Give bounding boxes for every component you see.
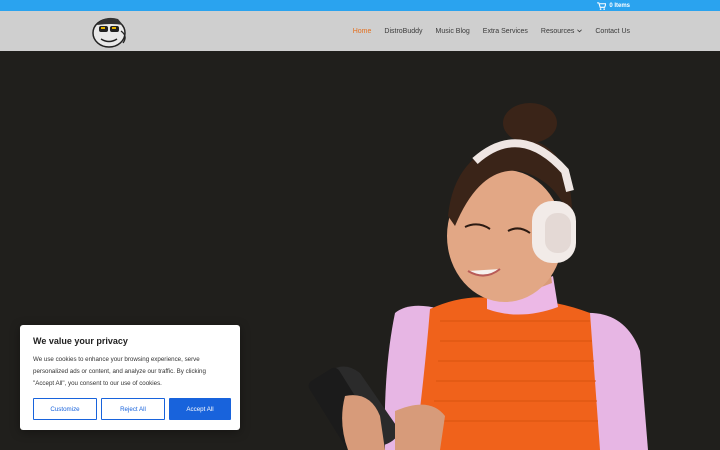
cart-count: 0 Items xyxy=(609,3,630,9)
nav-item-contact-us[interactable]: Contact Us xyxy=(595,28,630,35)
cookie-banner-title: We value your privacy xyxy=(33,336,128,346)
accept-all-button[interactable]: Accept All xyxy=(169,398,231,420)
site-logo[interactable] xyxy=(90,11,130,51)
chevron-down-icon xyxy=(577,29,583,33)
site-header: Home DistroBuddy Music Blog Extra Servic… xyxy=(0,11,720,51)
nav-item-home[interactable]: Home xyxy=(353,28,372,35)
cart-icon xyxy=(597,2,607,10)
nav-item-extra-services[interactable]: Extra Services xyxy=(483,28,528,35)
nav-item-resources[interactable]: Resources xyxy=(540,27,583,35)
top-bar: 0 Items xyxy=(0,0,720,11)
mascot-logo-icon xyxy=(92,17,126,48)
cookie-banner-actions: Customize Reject All Accept All xyxy=(33,398,231,420)
reject-all-button[interactable]: Reject All xyxy=(101,398,165,420)
customize-button[interactable]: Customize xyxy=(33,398,97,420)
main-nav: Home DistroBuddy Music Blog Extra Servic… xyxy=(353,11,630,51)
cart-link[interactable]: 0 Items xyxy=(597,1,630,11)
cookie-consent-banner: We value your privacy We use cookies to … xyxy=(20,325,240,430)
nav-item-distrobuddy[interactable]: DistroBuddy xyxy=(384,28,422,35)
nav-item-resources-label: Resources xyxy=(540,27,575,35)
nav-item-music-blog[interactable]: Music Blog xyxy=(436,28,470,35)
cookie-banner-text: We use cookies to enhance your browsing … xyxy=(33,356,206,387)
